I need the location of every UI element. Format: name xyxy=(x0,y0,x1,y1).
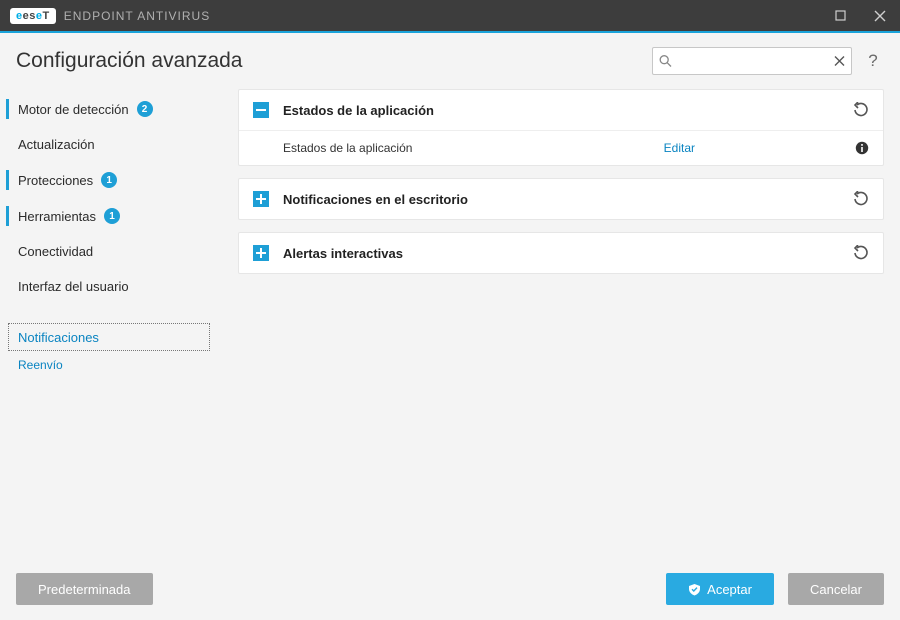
edit-link[interactable]: Editar xyxy=(664,141,695,155)
close-button[interactable] xyxy=(860,0,900,31)
sidebar-item-label: Motor de detección xyxy=(18,102,129,117)
sidebar-item-label: Notificaciones xyxy=(18,330,99,345)
sidebar-item-label: Protecciones xyxy=(18,173,93,188)
shield-icon xyxy=(688,583,701,596)
cancel-button[interactable]: Cancelar xyxy=(788,573,884,605)
panel-row: Estados de la aplicación Editar xyxy=(239,130,883,165)
window-controls xyxy=(820,0,900,31)
footer: Predeterminada Aceptar Cancelar xyxy=(0,558,900,620)
sidebar-item-notifications[interactable]: Notificaciones xyxy=(8,323,210,351)
product-name: ENDPOINT ANTIVIRUS xyxy=(64,9,210,23)
sidebar-item-protections[interactable]: Protecciones 1 xyxy=(0,162,218,198)
undo-icon[interactable] xyxy=(853,191,869,207)
expand-icon xyxy=(253,191,269,207)
main-row: Motor de detección 2 Actualización Prote… xyxy=(0,75,900,558)
square-icon xyxy=(835,10,846,21)
undo-icon[interactable] xyxy=(853,245,869,261)
content-area: Configuración avanzada ? Motor de detecc… xyxy=(0,33,900,620)
sidebar-item-forwarding[interactable]: Reenvío xyxy=(0,352,218,378)
sidebar-badge: 2 xyxy=(137,101,153,117)
sidebar-item-tools[interactable]: Herramientas 1 xyxy=(0,198,218,234)
panel-title: Notificaciones en el escritorio xyxy=(283,192,468,207)
brand-logo: eeseT xyxy=(10,8,56,24)
accept-button[interactable]: Aceptar xyxy=(666,573,774,605)
panel-header[interactable]: Alertas interactivas xyxy=(239,233,883,273)
panels: Estados de la aplicación Estados de la a… xyxy=(218,89,884,558)
sidebar-item-ui[interactable]: Interfaz del usuario xyxy=(0,269,218,304)
search-wrap xyxy=(652,47,852,75)
header-row: Configuración avanzada ? xyxy=(0,33,900,75)
brand-prefix: es xyxy=(23,10,36,22)
sidebar-badge: 1 xyxy=(101,172,117,188)
page-title: Configuración avanzada xyxy=(16,49,243,73)
sidebar-item-detection[interactable]: Motor de detección 2 xyxy=(0,91,218,127)
search-icon xyxy=(659,55,672,68)
brand-suffix: T xyxy=(43,10,50,22)
panel-header[interactable]: Estados de la aplicación xyxy=(239,90,883,130)
brand-e: e xyxy=(16,10,23,22)
sidebar-item-update[interactable]: Actualización xyxy=(0,127,218,162)
sidebar-item-label: Conectividad xyxy=(18,244,93,259)
expand-icon xyxy=(253,245,269,261)
undo-icon[interactable] xyxy=(853,102,869,118)
panel-interactive-alerts: Alertas interactivas xyxy=(238,232,884,274)
sidebar-badge: 1 xyxy=(104,208,120,224)
sidebar-item-label: Herramientas xyxy=(18,209,96,224)
panel-app-states: Estados de la aplicación Estados de la a… xyxy=(238,89,884,166)
sidebar-item-label: Reenvío xyxy=(18,358,63,372)
panel-desktop-notifications: Notificaciones en el escritorio xyxy=(238,178,884,220)
sidebar-item-label: Actualización xyxy=(18,137,95,152)
brand-e2: e xyxy=(36,10,43,22)
panel-row-label: Estados de la aplicación xyxy=(283,141,412,155)
clear-search-icon[interactable] xyxy=(834,56,845,67)
titlebar: eeseT ENDPOINT ANTIVIRUS xyxy=(0,0,900,31)
panel-title: Estados de la aplicación xyxy=(283,103,434,118)
sidebar: Motor de detección 2 Actualización Prote… xyxy=(0,89,218,558)
panel-header[interactable]: Notificaciones en el escritorio xyxy=(239,179,883,219)
search-input[interactable] xyxy=(652,47,852,75)
accept-button-label: Aceptar xyxy=(707,582,752,597)
sidebar-item-connectivity[interactable]: Conectividad xyxy=(0,234,218,269)
maximize-button[interactable] xyxy=(820,0,860,31)
help-button[interactable]: ? xyxy=(862,51,884,71)
sidebar-item-label: Interfaz del usuario xyxy=(18,279,129,294)
close-icon xyxy=(874,10,886,22)
default-button[interactable]: Predeterminada xyxy=(16,573,153,605)
panel-title: Alertas interactivas xyxy=(283,246,403,261)
collapse-icon xyxy=(253,102,269,118)
info-icon[interactable] xyxy=(855,141,869,155)
